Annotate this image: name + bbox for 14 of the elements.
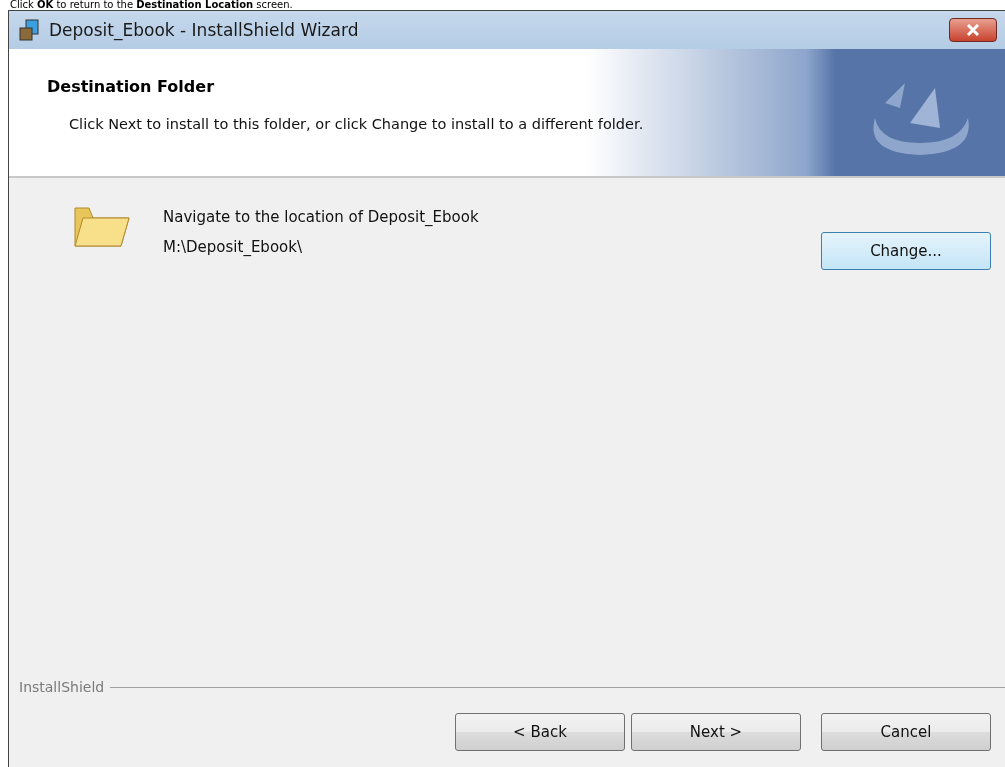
- window-title: Deposit_Ebook - InstallShield Wizard: [49, 20, 360, 40]
- folder-path: M:\Deposit_Ebook\: [163, 238, 303, 256]
- wizard-button[interactable]: < Back: [455, 713, 625, 751]
- wizard-button[interactable]: Next >: [631, 713, 801, 751]
- close-icon: [966, 24, 980, 36]
- location-prompt: Navigate to the location of Deposit_Ebook: [163, 208, 480, 226]
- installer-icon: [17, 18, 41, 42]
- brand-label: InstallShield: [19, 679, 105, 695]
- change-button[interactable]: Change...: [821, 232, 991, 270]
- caption-text: Click OK to return to the Destination Location screen.: [9, 0, 294, 10]
- header-title: Destination Folder: [47, 77, 215, 96]
- wizard-button[interactable]: Cancel: [821, 713, 991, 751]
- header-subtitle: Click Next to install to this folder, or click Change to install to a different folder.: [68, 116, 645, 132]
- close-button[interactable]: [949, 18, 997, 42]
